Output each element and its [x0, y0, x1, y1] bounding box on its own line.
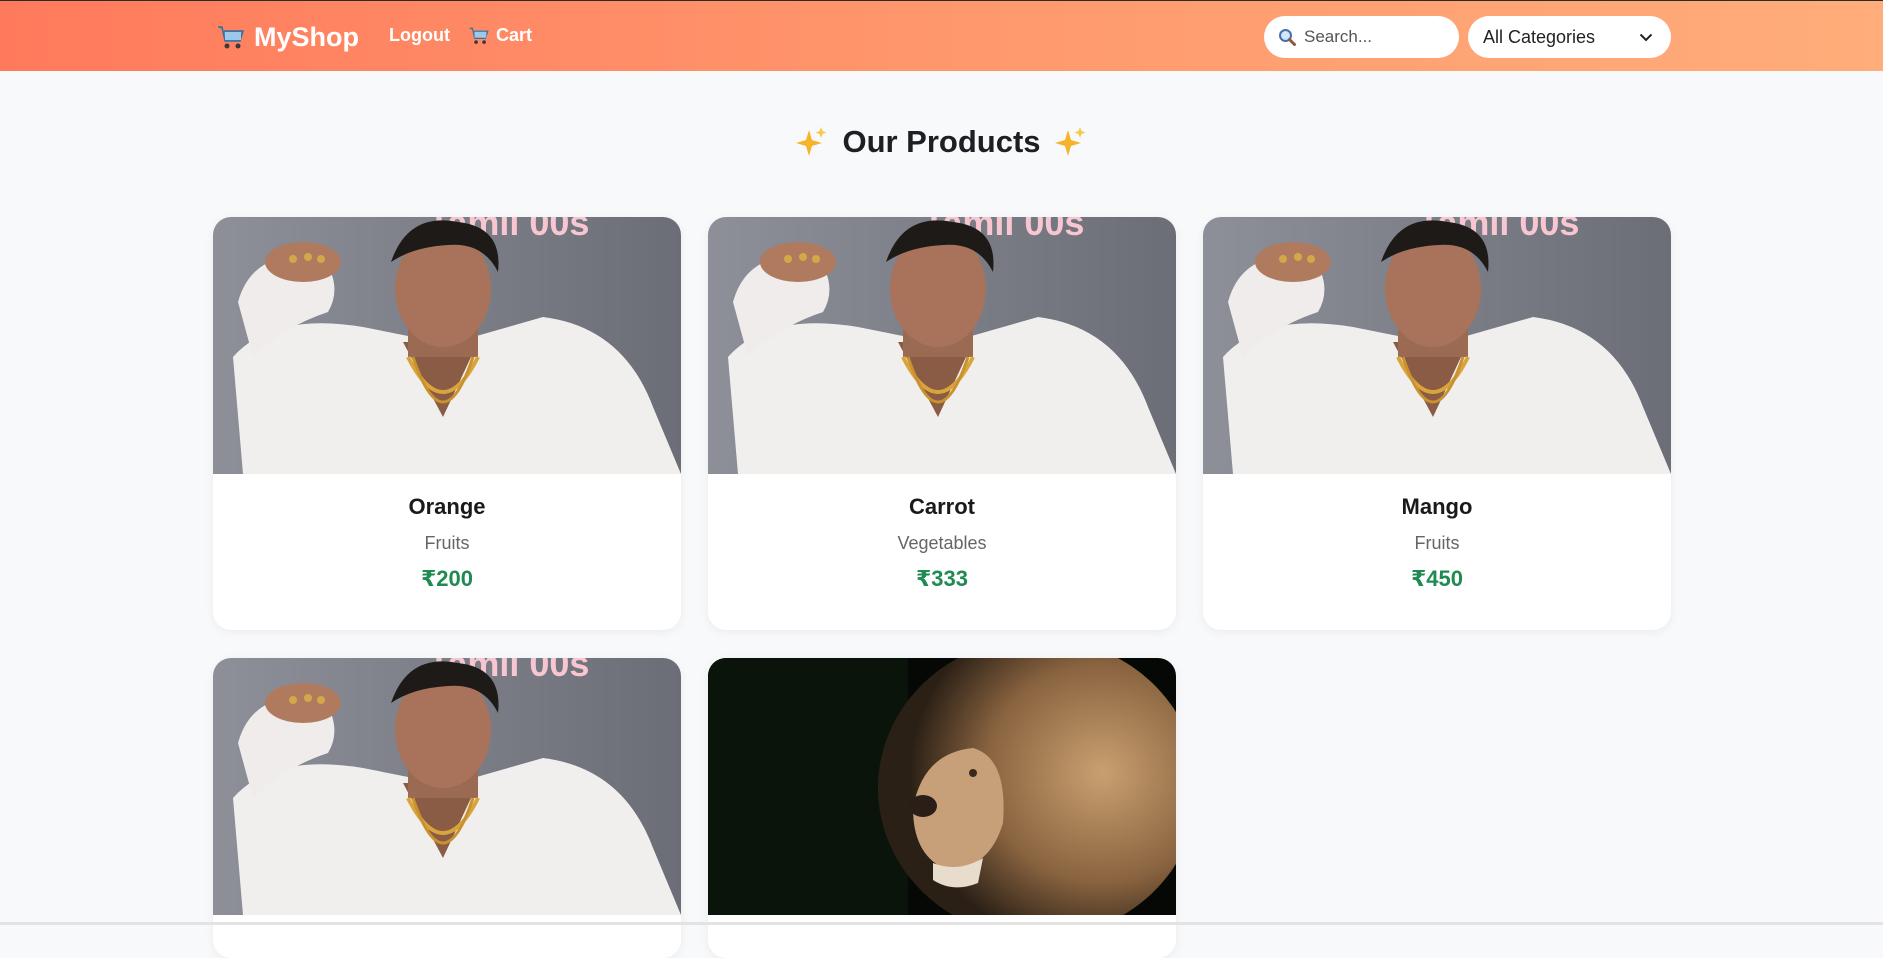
product-name: Carrot: [908, 494, 975, 519]
product-image[interactable]: Tamil 00s: [213, 217, 681, 474]
product-price: ₹450: [1410, 566, 1463, 591]
sparkles-icon: [796, 127, 827, 156]
logout-label: Logout: [389, 25, 450, 45]
cart-icon: [469, 27, 489, 44]
product-image[interactable]: Tamil 00s: [213, 658, 681, 915]
page-title: Our Products: [0, 124, 1883, 160]
sparkles-icon: [1054, 127, 1086, 156]
product-image[interactable]: Tamil 00s: [708, 217, 1176, 474]
product-image[interactable]: [708, 658, 1176, 915]
product-card[interactable]: [708, 658, 1176, 958]
product-card[interactable]: Tamil 00s Carrot Vegetables ₹333: [708, 217, 1176, 630]
cart-link[interactable]: Cart: [468, 25, 532, 46]
product-card[interactable]: Tamil 00s: [213, 658, 681, 958]
product-card[interactable]: Tamil 00s Orange Fruits ₹200: [213, 217, 681, 630]
brand-logo[interactable]: MyShop: [216, 18, 359, 56]
product-name: Orange: [408, 494, 486, 519]
cart-label: Cart: [496, 25, 533, 45]
chevron-down-icon: [1639, 33, 1653, 41]
search-input[interactable]: [1304, 27, 1444, 47]
category-select[interactable]: All Categories: [1468, 16, 1671, 58]
product-price: ₹200: [420, 566, 473, 591]
product-name: Mango: [1401, 494, 1473, 519]
product-image[interactable]: Tamil 00s: [1203, 217, 1671, 474]
search-box[interactable]: [1264, 16, 1459, 58]
product-card[interactable]: Tamil 00s Mango Fruits ₹450: [1203, 217, 1671, 630]
logout-link[interactable]: Logout: [389, 25, 450, 46]
search-icon: [1279, 29, 1296, 46]
category-selected: All Categories: [1483, 26, 1596, 47]
page-title-text: Our Products: [842, 124, 1041, 159]
product-category: Fruits: [424, 533, 470, 553]
brand-name: MyShop: [254, 21, 359, 52]
product-category: Vegetables: [897, 533, 987, 553]
navbar: MyShop Logout Cart All Categories: [0, 0, 1883, 71]
product-category: Fruits: [1414, 533, 1460, 553]
product-price: ₹333: [915, 566, 968, 591]
shopping-cart-icon: [218, 26, 245, 49]
